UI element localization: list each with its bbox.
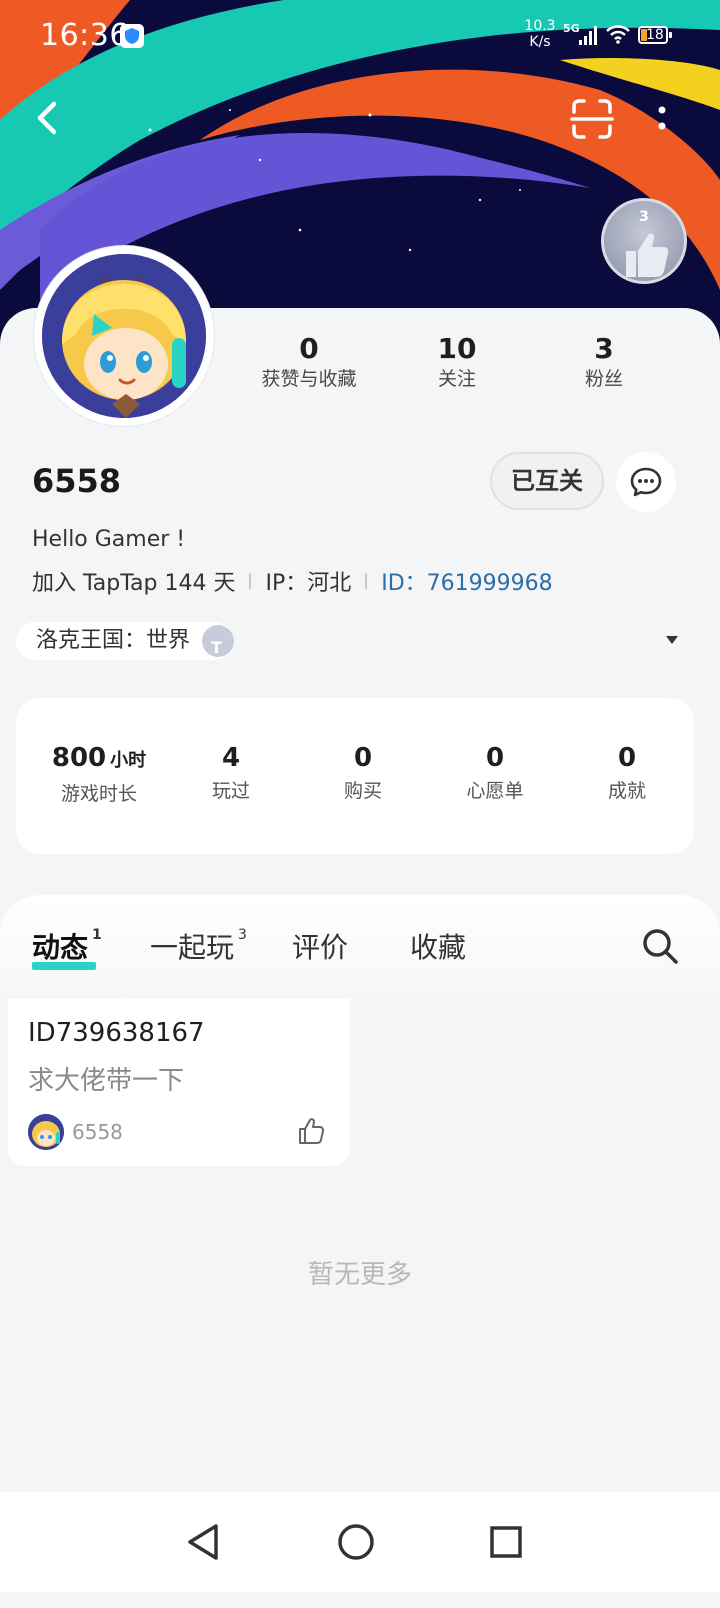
favorite-game-tag[interactable]: 洛克王国：世界 T — [16, 622, 235, 660]
tab-play-together[interactable]: 一起玩 3 — [150, 926, 247, 966]
avatar[interactable] — [34, 246, 214, 426]
nav-back-button[interactable] — [174, 1512, 234, 1572]
stat-likes[interactable]: 0 获赞与收藏 — [234, 332, 384, 392]
shield-icon — [120, 24, 144, 48]
scan-icon — [570, 99, 614, 139]
profile-info-row: 加入 TapTap 144 天 IP：河北 ID：761999968 — [32, 566, 553, 596]
nav-home-button[interactable] — [326, 1512, 386, 1572]
chevron-left-icon — [37, 101, 57, 135]
join-days: 加入 TapTap 144 天 — [32, 571, 236, 596]
search-button[interactable] — [640, 926, 680, 966]
no-more-text: 暂无更多 — [307, 1260, 412, 1290]
network-speed: 10.3 K/s — [524, 18, 556, 50]
game-stats-card: 800 小时 游戏时长 4 玩过 0 购买 0 心愿单 0 成就 — [16, 698, 694, 854]
status-bar: 16:36 10.3 K/s 5G 18 — [0, 16, 720, 56]
tab-favorites[interactable]: 收藏 — [410, 926, 466, 966]
post-author-avatar[interactable] — [28, 1114, 64, 1150]
more-button[interactable] — [650, 100, 674, 140]
post-title: ID739638167 — [28, 1018, 205, 1048]
battery-icon: 18 — [638, 26, 674, 46]
like-button[interactable] — [296, 1116, 326, 1146]
divider — [365, 573, 368, 589]
divider — [249, 573, 252, 589]
message-button[interactable] — [616, 452, 676, 512]
username: 6558 — [32, 462, 122, 500]
avatar-image — [42, 254, 206, 418]
post-author-name: 6558 — [72, 1120, 123, 1144]
chevron-down-icon[interactable] — [666, 636, 678, 644]
status-time: 16:36 — [40, 18, 129, 53]
post-card[interactable]: ID739638167 求大佬带一下 6558 — [8, 998, 350, 1166]
square-recents-icon — [490, 1526, 522, 1558]
triangle-back-icon — [188, 1524, 218, 1560]
stat-played[interactable]: 4 玩过 — [166, 742, 296, 808]
tab-moments[interactable]: 动态 1 — [32, 926, 102, 966]
profile-stats: 0 获赞与收藏 10 关注 3 粉丝 — [230, 332, 700, 402]
stat-playtime[interactable]: 800 小时 游戏时长 — [34, 742, 164, 811]
nav-recents-button[interactable] — [476, 1512, 536, 1572]
mutual-follow-button[interactable]: 已互关 — [490, 452, 604, 510]
more-vertical-icon — [658, 106, 666, 130]
back-button[interactable] — [28, 96, 72, 140]
thumbs-up-icon — [299, 1118, 325, 1144]
game-badge-icon: T — [202, 625, 235, 657]
tab-indicator — [32, 962, 96, 970]
stat-followers[interactable]: 3 粉丝 — [529, 332, 679, 392]
system-nav-bar — [0, 1492, 720, 1592]
signal-icon — [579, 26, 597, 45]
likes-medal-badge[interactable]: 3 — [601, 198, 687, 284]
circle-home-icon — [338, 1524, 374, 1560]
bio-text: Hello Gamer ! — [32, 527, 186, 552]
chat-icon — [630, 467, 662, 497]
wifi-icon — [606, 25, 630, 44]
user-id[interactable]: ID：761999968 — [381, 565, 552, 597]
search-icon — [643, 929, 678, 964]
post-body: 求大佬带一下 — [28, 1066, 185, 1096]
tab-bar — [0, 895, 720, 1015]
scan-button[interactable] — [570, 98, 614, 140]
stat-following[interactable]: 10 关注 — [382, 332, 532, 392]
stat-purchased[interactable]: 0 购买 — [298, 742, 428, 808]
stat-achievements[interactable]: 0 成就 — [562, 742, 692, 808]
thumbs-up-icon — [626, 233, 669, 277]
tab-reviews[interactable]: 评价 — [292, 926, 348, 966]
ip-location: IP：河北 — [265, 571, 352, 596]
stat-wishlist[interactable]: 0 心愿单 — [430, 742, 560, 808]
